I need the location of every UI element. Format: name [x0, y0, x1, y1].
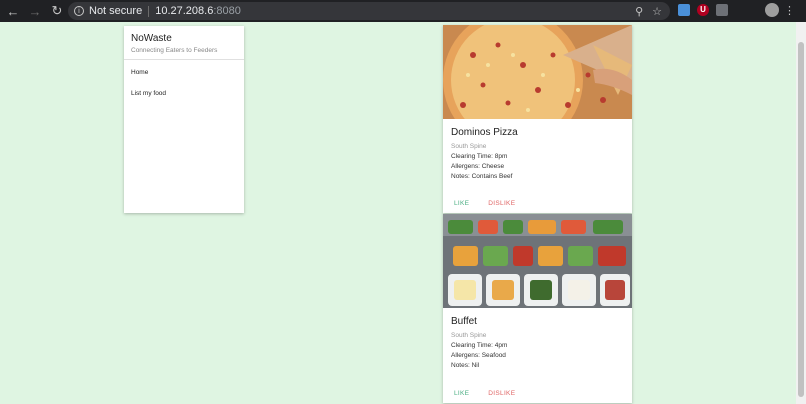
scrollbar-thumb[interactable] [798, 42, 804, 397]
app-title: NoWaste [131, 33, 172, 44]
extension-icon[interactable] [678, 4, 690, 16]
bookmark-star-icon[interactable]: ☆ [652, 5, 662, 18]
info-icon[interactable]: i [74, 6, 84, 16]
pizza-image [443, 25, 632, 119]
address-bar[interactable]: i Not secure 10.27.208.6:8080 ⚲ ☆ [68, 2, 670, 20]
food-card: Buffet South Spine Clearing Time: 4pm Al… [443, 214, 632, 403]
browser-toolbar: ← → ↻ i Not secure 10.27.208.6:8080 ⚲ ☆ … [0, 0, 806, 22]
dislike-button[interactable]: DISLIKE [488, 200, 515, 207]
zoom-icon[interactable]: ⚲ [635, 5, 643, 18]
card-location: South Spine [451, 332, 487, 339]
security-label: Not secure [89, 5, 143, 17]
buffet-image [443, 214, 632, 308]
brand: NoWaste Connecting Eaters to Feeders [124, 26, 244, 60]
ublock-icon[interactable]: U [697, 4, 709, 16]
divider [148, 5, 150, 17]
card-allergens: Allergens: Cheese [451, 163, 505, 170]
avatar[interactable] [765, 3, 779, 17]
food-card: Dominos Pizza South Spine Clearing Time:… [443, 25, 632, 213]
dislike-button[interactable]: DISLIKE [488, 390, 515, 397]
like-button[interactable]: LIKE [454, 390, 469, 397]
sidebar-item-list-my-food[interactable]: List my food [124, 81, 244, 102]
card-notes: Notes: Nil [451, 362, 480, 369]
card-location: South Spine [451, 143, 487, 150]
card-clearing-time: Clearing Time: 4pm [451, 342, 508, 349]
app-subtitle: Connecting Eaters to Feeders [131, 47, 218, 54]
url-port: :8080 [213, 5, 241, 17]
reload-icon[interactable]: ↻ [48, 2, 66, 20]
card-allergens: Allergens: Seafood [451, 352, 506, 359]
kebab-menu-icon[interactable]: ⋮ [784, 3, 795, 19]
forward-icon[interactable]: → [26, 2, 44, 20]
card-title: Buffet [451, 316, 477, 327]
like-button[interactable]: LIKE [454, 200, 469, 207]
card-title: Dominos Pizza [451, 127, 518, 138]
sidebar-item-home[interactable]: Home [124, 60, 244, 81]
extension-icon[interactable] [716, 4, 728, 16]
card-clearing-time: Clearing Time: 8pm [451, 153, 508, 160]
sidebar: NoWaste Connecting Eaters to Feeders Hom… [124, 26, 244, 213]
back-icon[interactable]: ← [4, 2, 22, 20]
scrollbar[interactable] [796, 22, 806, 404]
card-notes: Notes: Contains Beef [451, 173, 513, 180]
url-host: 10.27.208.6 [155, 5, 214, 17]
